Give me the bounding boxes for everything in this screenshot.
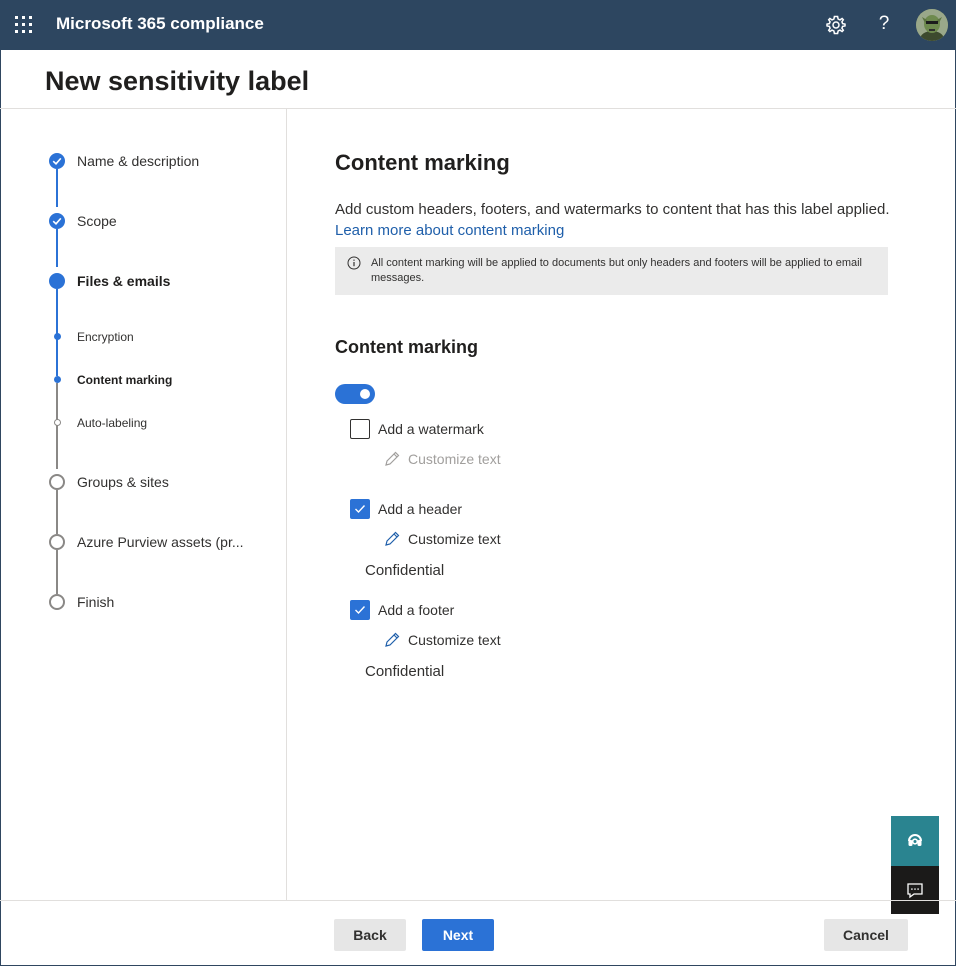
current-step-icon	[49, 273, 65, 289]
footer-checkbox[interactable]	[350, 600, 370, 620]
pending-step-icon	[49, 594, 65, 610]
watermark-checkbox[interactable]	[350, 419, 370, 439]
header-customize-link[interactable]: Customize text	[383, 529, 501, 549]
toggle-knob	[360, 389, 370, 399]
step-connector	[56, 383, 58, 469]
app-title[interactable]: Microsoft 365 compliance	[56, 14, 264, 34]
header-text-value: Confidential	[365, 562, 445, 579]
pencil-icon	[383, 450, 401, 468]
pencil-icon	[383, 631, 401, 649]
top-bar: Microsoft 365 compliance ?	[0, 0, 956, 50]
substep-auto-labeling[interactable]: Auto-labeling	[77, 416, 147, 430]
feedback-icon	[907, 883, 923, 899]
next-button[interactable]: Next	[422, 919, 494, 951]
substep-dot-empty-icon	[53, 419, 61, 426]
footer-text-value: Confidential	[365, 663, 445, 680]
customize-text: Customize text	[408, 451, 501, 467]
content-marking-toggle[interactable]	[335, 384, 375, 404]
header-label[interactable]: Add a header	[378, 501, 462, 517]
step-groups-sites[interactable]: Groups & sites	[77, 474, 169, 490]
info-icon	[347, 256, 361, 270]
step-connector	[56, 229, 58, 267]
back-button[interactable]: Back	[334, 919, 406, 951]
pencil-icon	[383, 530, 401, 548]
info-banner: All content marking will be applied to d…	[335, 247, 888, 295]
watermark-label[interactable]: Add a watermark	[378, 421, 484, 437]
customize-text[interactable]: Customize text	[408, 632, 501, 648]
cancel-button[interactable]: Cancel	[824, 919, 908, 951]
step-scope[interactable]: Scope	[77, 213, 117, 229]
nav-divider	[286, 109, 287, 901]
section-title: Content marking	[335, 150, 510, 175]
substep-content-marking[interactable]: Content marking	[77, 373, 172, 387]
step-azure-purview[interactable]: Azure Purview assets (pr...	[77, 534, 244, 550]
header-checkbox[interactable]	[350, 499, 370, 519]
step-connector	[56, 550, 58, 594]
avatar[interactable]	[916, 9, 948, 41]
headset-icon	[908, 834, 922, 846]
step-files-emails[interactable]: Files & emails	[77, 273, 170, 289]
check-icon	[49, 153, 65, 169]
footer-label[interactable]: Add a footer	[378, 602, 454, 618]
check-icon	[355, 505, 366, 514]
subsection-title: Content marking	[335, 337, 479, 357]
description-text: Add custom headers, footers, and waterma…	[335, 201, 890, 218]
section-description: Add custom headers, footers, and waterma…	[335, 199, 895, 241]
info-text: All content marking will be applied to d…	[371, 257, 863, 284]
pending-step-icon	[49, 474, 65, 490]
footer-divider	[0, 900, 956, 901]
customize-text[interactable]: Customize text	[408, 531, 501, 547]
help-icon[interactable]: ?	[873, 11, 895, 37]
watermark-customize-link: Customize text	[383, 449, 501, 469]
gear-icon[interactable]	[825, 14, 847, 36]
support-button[interactable]	[891, 816, 939, 866]
substep-dot-icon	[53, 333, 61, 340]
substep-encryption[interactable]: Encryption	[77, 330, 134, 344]
footer-customize-link[interactable]: Customize text	[383, 630, 501, 650]
waffle-icon[interactable]	[15, 16, 33, 34]
learn-more-link[interactable]: Learn more about content marking	[335, 222, 564, 239]
page-title: New sensitivity label	[45, 66, 310, 96]
substep-dot-icon	[53, 376, 61, 383]
step-connector	[56, 490, 58, 534]
pending-step-icon	[49, 534, 65, 550]
check-icon	[355, 606, 366, 615]
check-icon	[49, 213, 65, 229]
header-divider	[0, 108, 956, 109]
step-finish[interactable]: Finish	[77, 594, 114, 610]
step-name-description[interactable]: Name & description	[77, 153, 199, 169]
feedback-button[interactable]	[891, 866, 939, 914]
step-connector	[56, 169, 58, 207]
